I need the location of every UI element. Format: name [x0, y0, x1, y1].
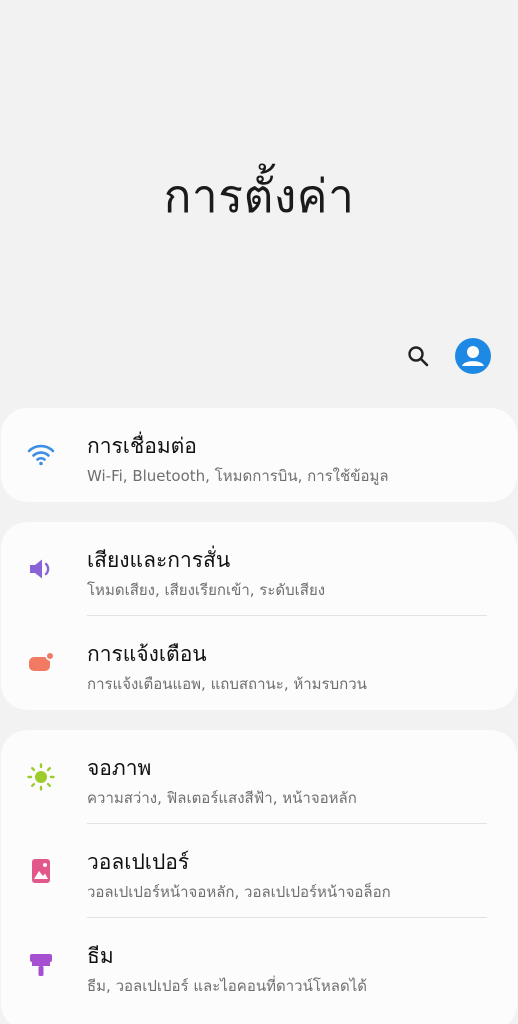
- settings-item-summary: Wi-Fi, Bluetooth, โหมดการบิน, การใช้ข้อม…: [87, 467, 389, 485]
- settings-item-label: ธีม: [87, 944, 114, 968]
- notification-icon: [25, 647, 57, 679]
- settings-item-display[interactable]: จอภาพ ความสว่าง, ฟิลเตอร์แสงสีฟ้า, หน้าจ…: [1, 730, 517, 824]
- page-title: การตั้งค่า: [163, 169, 355, 223]
- settings-item-label: การเชื่อมต่อ: [87, 434, 197, 458]
- settings-item-summary: ธีม, วอลเปเปอร์ และไอคอนที่ดาวน์โหลดได้: [87, 977, 367, 995]
- theme-icon: [25, 949, 57, 981]
- settings-group-sound-notifications: เสียงและการสั่น โหมดเสียง, เสียงเรียกเข้…: [1, 522, 517, 710]
- settings-item-themes[interactable]: ธีม ธีม, วอลเปเปอร์ และไอคอนที่ดาวน์โหลด…: [1, 918, 517, 1012]
- brightness-icon: [25, 761, 57, 793]
- settings-item-label: การแจ้งเตือน: [87, 642, 207, 666]
- settings-item-label: เสียงและการสั่น: [87, 548, 231, 572]
- settings-item-summary: ความสว่าง, ฟิลเตอร์แสงสีฟ้า, หน้าจอหลัก: [87, 789, 357, 807]
- settings-item-wallpaper[interactable]: วอลเปเปอร์ วอลเปเปอร์หน้าจอหลัก, วอลเปเป…: [1, 824, 517, 918]
- search-icon: [408, 346, 429, 367]
- settings-screen: การตั้งค่า การเชื่อมต่อ Wi-Fi, Bluetooth…: [0, 0, 518, 1024]
- settings-item-summary: โหมดเสียง, เสียงเรียกเข้า, ระดับเสียง: [87, 581, 326, 599]
- wallpaper-icon: [25, 855, 57, 887]
- settings-group-connections: การเชื่อมต่อ Wi-Fi, Bluetooth, โหมดการบิ…: [1, 408, 517, 502]
- settings-item-connections[interactable]: การเชื่อมต่อ Wi-Fi, Bluetooth, โหมดการบิ…: [1, 408, 517, 502]
- wifi-icon: [25, 439, 57, 471]
- settings-item-summary: การแจ้งเตือนแอพ, แถบสถานะ, ห้ามรบกวน: [87, 675, 367, 693]
- settings-item-sounds[interactable]: เสียงและการสั่น โหมดเสียง, เสียงเรียกเข้…: [1, 522, 517, 616]
- settings-item-notifications[interactable]: การแจ้งเตือน การแจ้งเตือนแอพ, แถบสถานะ, …: [1, 616, 517, 710]
- settings-group-display: จอภาพ ความสว่าง, ฟิลเตอร์แสงสีฟ้า, หน้าจ…: [1, 730, 517, 1024]
- account-icon: [462, 346, 484, 366]
- account-button[interactable]: [455, 338, 491, 374]
- settings-item-label: วอลเปเปอร์: [87, 850, 190, 874]
- speaker-icon: [25, 553, 57, 585]
- search-button[interactable]: [402, 340, 434, 372]
- settings-item-label: จอภาพ: [87, 756, 152, 780]
- settings-item-summary: วอลเปเปอร์หน้าจอหลัก, วอลเปเปอร์หน้าจอล็…: [87, 883, 391, 901]
